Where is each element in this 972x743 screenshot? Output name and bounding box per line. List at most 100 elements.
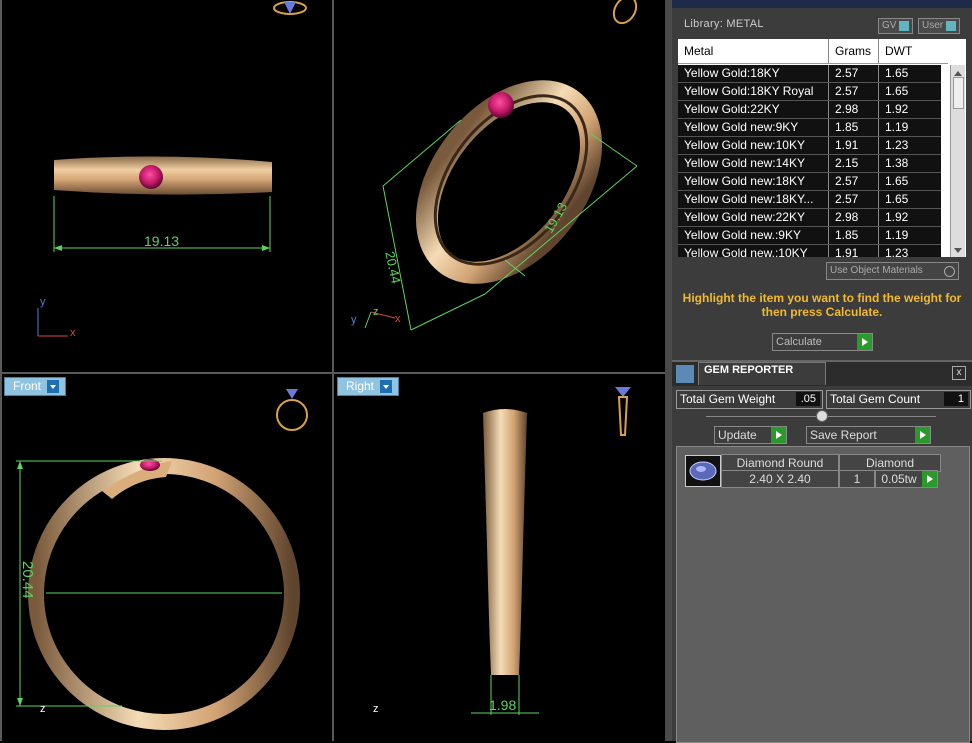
axis-label-z-front: z — [40, 703, 46, 715]
table-row[interactable]: Yellow Gold new:10KY 1.91 1.23 — [678, 137, 941, 155]
gv-label: GV — [882, 20, 897, 31]
gv-toggle[interactable]: GV — [878, 18, 914, 34]
viewport-perspective-canvas — [364, 0, 638, 331]
scroll-up-icon[interactable] — [954, 71, 962, 76]
play-icon — [915, 427, 930, 443]
table-row[interactable]: Yellow Gold:18KY Royal 2.57 1.65 — [678, 83, 941, 101]
table-cell: Yellow Gold new.:10KY — [684, 246, 808, 257]
col-grams[interactable]: Grams — [835, 44, 871, 58]
table-row[interactable]: Yellow Gold new:9KY 1.85 1.19 — [678, 119, 941, 137]
gem-weight: 0.05tw — [875, 470, 923, 488]
axis-label-x-persp: x — [395, 313, 401, 325]
col-metal[interactable]: Metal — [684, 44, 713, 58]
play-icon — [771, 427, 786, 443]
calculate-button[interactable]: Calculate — [772, 333, 873, 351]
table-row[interactable]: Yellow Gold:18KY 2.57 1.65 — [678, 65, 941, 83]
table-cell: 1.85 — [835, 120, 859, 134]
library-title: Library: METAL — [684, 18, 764, 30]
viewport-front[interactable]: Front 20.44 z — [2, 375, 332, 741]
gem-detail-button[interactable] — [922, 470, 938, 488]
gem-slider-handle[interactable] — [816, 410, 828, 422]
radio-icon[interactable] — [944, 266, 955, 277]
table-row[interactable]: Yellow Gold new:18KY... 2.57 1.65 — [678, 191, 941, 209]
table-cell: 2.98 — [835, 210, 859, 224]
total-gem-count-value[interactable]: 1 — [944, 392, 968, 406]
table-cell: 1.85 — [835, 228, 859, 242]
scroll-thumb[interactable] — [953, 77, 964, 109]
table-cell: 1.91 — [835, 138, 859, 152]
table-cell: 1.19 — [885, 120, 909, 134]
total-gem-weight: Total Gem Weight .05 — [676, 390, 823, 409]
table-cell: Yellow Gold new.:9KY — [684, 228, 801, 242]
viewport-front-canvas — [16, 389, 308, 730]
viewport-perspective[interactable]: 20.44 19.13 y z x — [335, 0, 665, 372]
ring-front — [28, 458, 300, 730]
table-cell: 2.15 — [835, 156, 859, 170]
table-cell: 1.23 — [885, 138, 909, 152]
table-cell: 2.57 — [835, 174, 859, 188]
col-dwt[interactable]: DWT — [885, 44, 912, 58]
viewport-divider-horizontal[interactable] — [0, 372, 665, 374]
total-gem-weight-label: Total Gem Weight — [680, 392, 776, 406]
table-cell: Yellow Gold new:9KY — [684, 120, 799, 134]
table-cell: 1.65 — [885, 174, 909, 188]
dimension-label-front: 20.44 — [19, 561, 36, 599]
table-cell: 1.38 — [885, 156, 909, 170]
dimension-label-top: 19.13 — [144, 233, 180, 249]
axis-label-x: x — [70, 327, 76, 339]
diamond-round-icon[interactable] — [685, 455, 721, 487]
update-label: Update — [718, 428, 757, 442]
table-cell: 1.19 — [885, 228, 909, 242]
scroll-down-icon[interactable] — [954, 248, 962, 253]
gem-top — [139, 165, 163, 189]
table-row[interactable]: Yellow Gold new:14KY 2.15 1.38 — [678, 155, 941, 173]
axis-label-y-persp: y — [351, 314, 357, 326]
viewport-border-left — [0, 0, 2, 741]
table-row[interactable]: Yellow Gold new:18KY 2.57 1.65 — [678, 173, 941, 191]
table-row[interactable]: Yellow Gold:22KY 2.98 1.92 — [678, 101, 941, 119]
table-row[interactable]: Yellow Gold new.:10KY 1.91 1.23 — [678, 245, 941, 257]
dimension-label-right: 1.98 — [489, 697, 517, 713]
viewport-top-canvas — [37, 1, 307, 337]
table-cell: 1.91 — [835, 246, 859, 257]
table-cell: 1.92 — [885, 210, 909, 224]
gem-list: Diamond Round Diamond 2.40 X 2.40 1 0.05… — [676, 446, 970, 743]
table-cell: 2.57 — [835, 84, 859, 98]
table-cell: 1.65 — [885, 192, 909, 206]
total-gem-count-label: Total Gem Count — [830, 392, 921, 406]
user-toggle-icon — [946, 21, 957, 31]
viewport-right[interactable]: Right 1.98 z — [335, 375, 665, 741]
update-button[interactable]: Update — [714, 426, 787, 444]
close-icon[interactable]: x — [952, 366, 966, 380]
user-toggle[interactable]: User — [918, 18, 961, 34]
play-icon — [857, 334, 872, 350]
table-cell: 1.65 — [885, 66, 909, 80]
play-icon — [922, 471, 937, 487]
metal-table-scrollbar[interactable] — [950, 65, 965, 257]
table-row[interactable]: Yellow Gold new:22KY 2.98 1.92 — [678, 209, 941, 227]
metal-table-header: Metal Grams DWT — [678, 39, 948, 64]
axis-label-z-persp: z — [373, 306, 379, 318]
use-object-materials[interactable]: Use Object Materials — [826, 262, 959, 280]
total-gem-weight-value[interactable]: .05 — [796, 392, 820, 406]
viewport-right-canvas — [471, 387, 631, 715]
panel-divider[interactable] — [665, 0, 672, 741]
table-cell: Yellow Gold new:18KY... — [684, 192, 814, 206]
gem-count: 1 — [839, 470, 875, 488]
table-cell: Yellow Gold new:10KY — [684, 138, 805, 152]
metal-table[interactable]: Metal Grams DWT Yellow Gold:18KY 2.57 1.65… — [678, 39, 966, 257]
total-gem-count: Total Gem Count 1 — [826, 390, 971, 409]
save-report-label: Save Report — [810, 428, 877, 442]
table-row[interactable]: Yellow Gold new.:9KY 1.85 1.19 — [678, 227, 941, 245]
panel-topbar — [672, 0, 972, 8]
axis-label-z-right: z — [373, 703, 379, 715]
gem-size: 2.40 X 2.40 — [721, 470, 839, 488]
table-cell: Yellow Gold:18KY Royal — [684, 84, 814, 98]
table-cell: 1.92 — [885, 102, 909, 116]
viewport-divider-vertical[interactable] — [332, 0, 334, 741]
table-cell: Yellow Gold:18KY — [684, 66, 780, 80]
calculate-hint: Highlight the item you want to find the … — [682, 291, 962, 319]
viewport-top[interactable]: 19.13 y x — [2, 0, 332, 372]
gv-toggle-icon — [899, 21, 910, 31]
save-report-button[interactable]: Save Report — [806, 426, 931, 444]
